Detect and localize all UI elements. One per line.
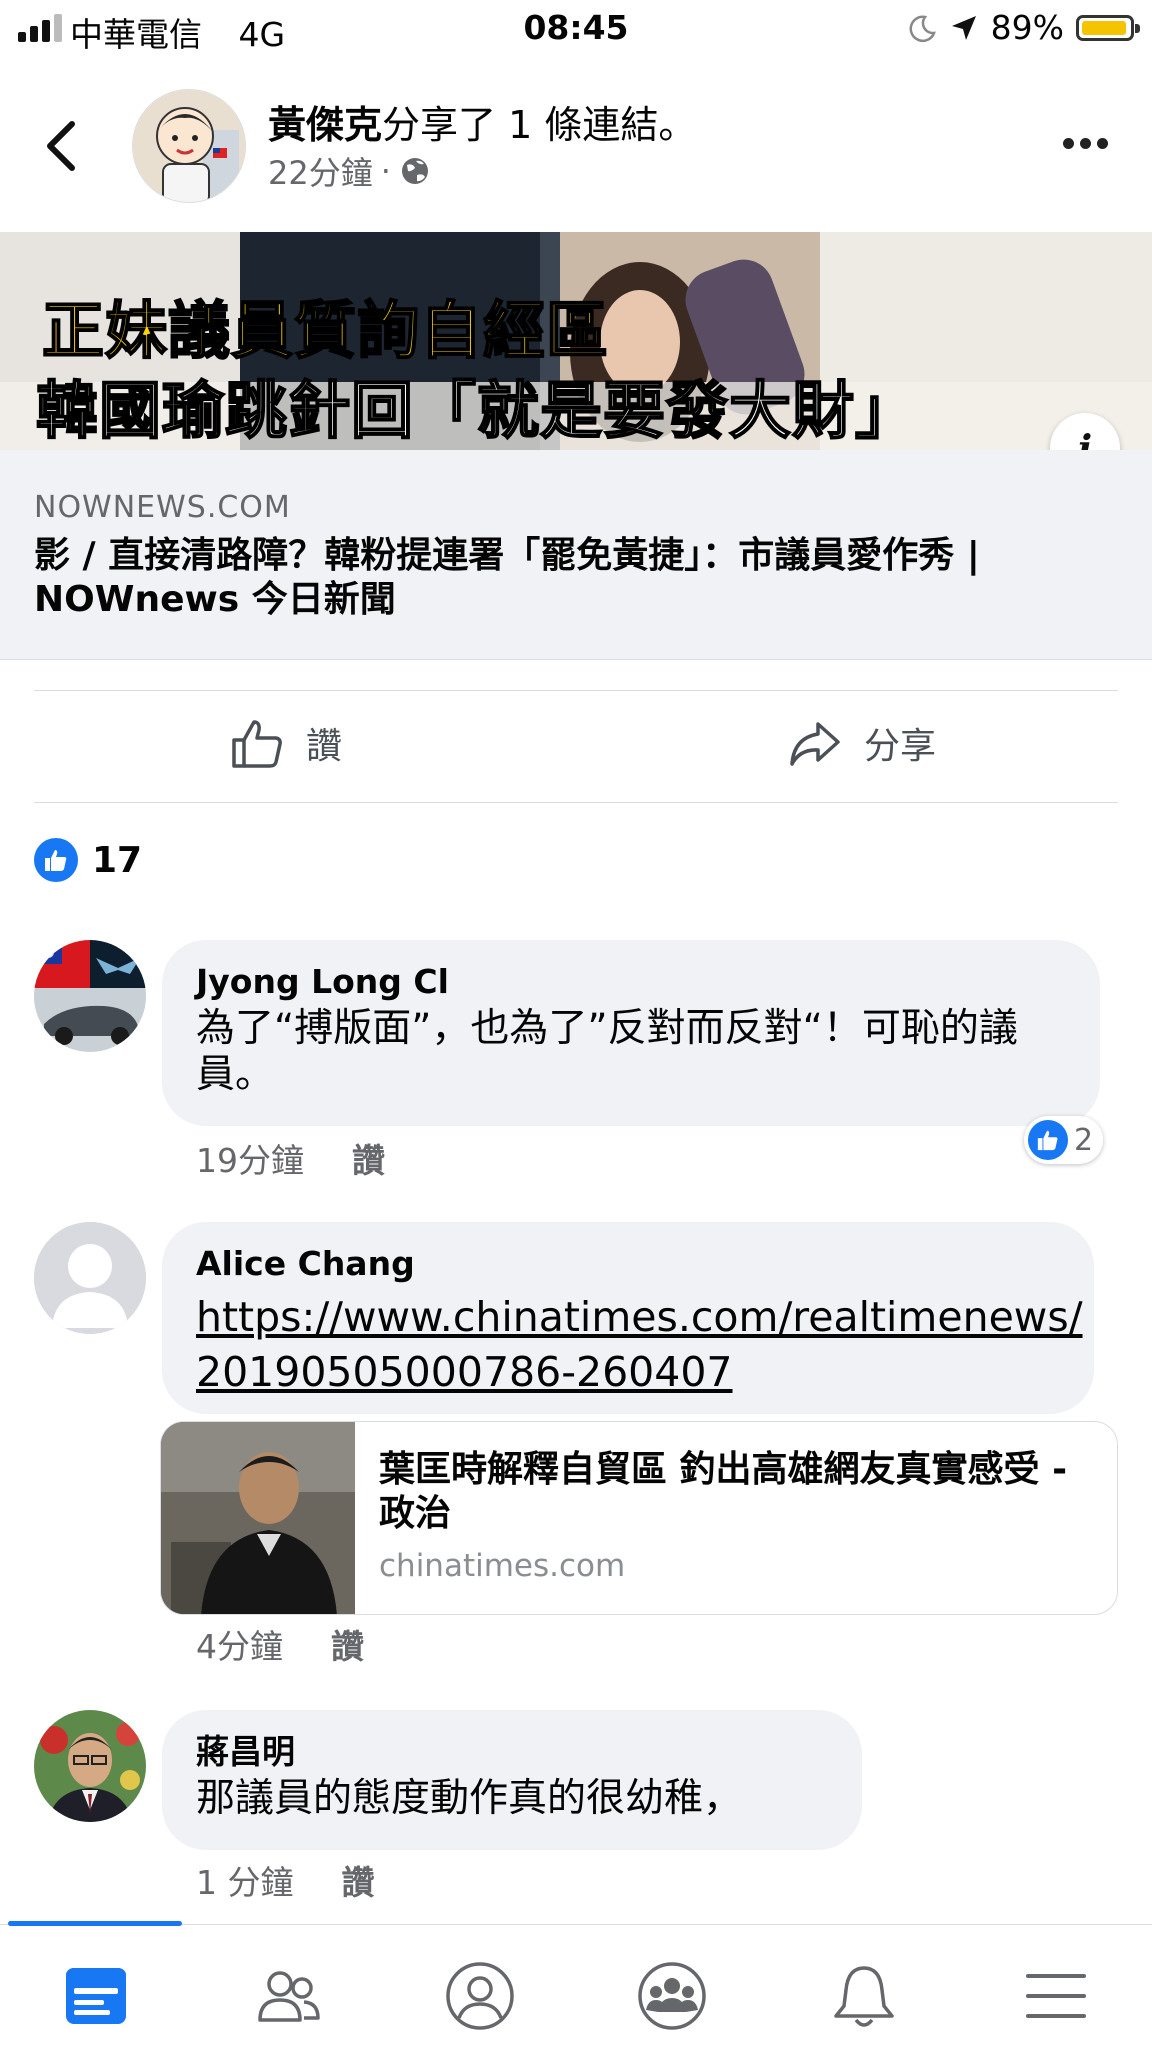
comment-link[interactable]: 20190505000786-260407 (196, 1345, 1060, 1400)
comment-time: 4分鐘 (196, 1627, 283, 1666)
comment-time: 19分鐘 (196, 1141, 304, 1180)
divider (34, 802, 1118, 803)
notifications-icon[interactable] (826, 1958, 902, 2034)
battery-icon (1076, 14, 1140, 41)
link-title[interactable]: 影 / 直接清路障？韓粉提連署「罷免黃捷」：市議員愛作秀 | NOWnews 今… (34, 534, 1124, 622)
divider (34, 690, 1118, 691)
comment-like-link[interactable]: 讚 (331, 1620, 364, 1668)
share-arrow-icon (790, 722, 840, 766)
like-label: 讚 (306, 726, 343, 767)
like-reaction-icon (1028, 1120, 1068, 1160)
preview-image (161, 1422, 355, 1614)
share-button[interactable]: 分享 (788, 716, 936, 770)
commenter-name[interactable]: 蔣昌明 (196, 1732, 828, 1772)
banner-headline-2: 韓國瑜跳針回「就是要發大財」 (35, 373, 919, 448)
comment-text: 那議員的態度動作真的很幼稚， (196, 1776, 743, 1821)
commenter-avatar[interactable] (34, 1710, 146, 1822)
commenter-avatar[interactable] (34, 1222, 146, 1334)
commenter-avatar[interactable] (34, 940, 146, 1052)
comment-time: 1 分鐘 (196, 1863, 294, 1902)
profile-icon[interactable] (442, 1958, 518, 2034)
comment-bubble[interactable]: Jyong Long Cl 為了“搏版面”，也為了”反對而反對“！可恥的議員。 (162, 940, 1100, 1126)
comment-reaction-badge[interactable]: 2 (1024, 1116, 1104, 1164)
link-domain: NOWNEWS.COM (34, 490, 291, 525)
link-preview-image[interactable]: 正妹議員質詢自經區 韓國瑜跳針回「就是要發大財」 (0, 232, 1152, 450)
reaction-count: 17 (92, 839, 143, 881)
like-button[interactable]: 讚 (230, 716, 342, 770)
commenter-name[interactable]: Alice Chang (196, 1244, 1060, 1284)
thumbs-up-icon (232, 720, 282, 768)
comment-meta: 1 分鐘 讚 (196, 1856, 375, 1904)
comment-link[interactable]: https://www.chinatimes.com/realtimenews/ (196, 1290, 1083, 1345)
comment-text: 為了“搏版面”，也為了”反對而反對“！可恥的議員。 (196, 1006, 1018, 1097)
chevron-left-icon[interactable] (42, 118, 82, 174)
location-arrow-icon (951, 15, 976, 40)
globe-icon (401, 158, 428, 184)
moon-icon (909, 15, 936, 42)
battery-percent: 89% (990, 8, 1064, 47)
post-author-line: 黃傑克分享了 1 條連結。 (268, 94, 696, 149)
reaction-summary[interactable]: 17 (34, 838, 142, 882)
comment-like-link[interactable]: 讚 (342, 1856, 375, 1904)
news-feed-icon[interactable] (58, 1958, 134, 2034)
comment-link-preview[interactable]: 葉匡時解釋自貿區 釣出高雄網友真實感受 - 政治 chinatimes.com (160, 1421, 1118, 1615)
post-action-text: 分享了 1 條連結。 (382, 103, 697, 147)
author-name[interactable]: 黃傑克 (268, 103, 382, 147)
comment-like-link[interactable]: 讚 (352, 1134, 385, 1182)
commenter-name[interactable]: Jyong Long Cl (196, 962, 1066, 1002)
comment-reaction-count: 2 (1074, 1122, 1094, 1158)
preview-domain: chinatimes.com (379, 1548, 626, 1584)
more-icon[interactable] (1063, 138, 1108, 149)
preview-title: 葉匡時解釋自貿區 釣出高雄網友真實感受 - 政治 (379, 1449, 1068, 1534)
banner-headline-1: 正妹議員質詢自經區 (41, 293, 610, 368)
post-meta: 22分鐘 · (268, 148, 431, 194)
comment-meta: 19分鐘 讚 (196, 1134, 385, 1182)
groups-icon[interactable] (634, 1958, 710, 2034)
friends-icon[interactable] (250, 1958, 326, 2034)
active-tab-indicator (8, 1921, 182, 1926)
author-avatar[interactable] (132, 89, 246, 203)
comment-meta: 4分鐘 讚 (196, 1620, 364, 1668)
like-reaction-icon (34, 838, 78, 882)
share-label: 分享 (864, 726, 937, 767)
menu-icon[interactable] (1018, 1958, 1094, 2034)
tab-bar (0, 1924, 1152, 2048)
post-time[interactable]: 22分鐘 (268, 148, 373, 194)
comment-bubble[interactable]: Alice Chang https://www.chinatimes.com/r… (162, 1222, 1094, 1414)
status-bar: 中華電信 4G 08:45 89% (0, 0, 1152, 58)
meta-dot: · (380, 152, 391, 190)
comment-bubble[interactable]: 蔣昌明 那議員的態度動作真的很幼稚， (162, 1710, 862, 1850)
